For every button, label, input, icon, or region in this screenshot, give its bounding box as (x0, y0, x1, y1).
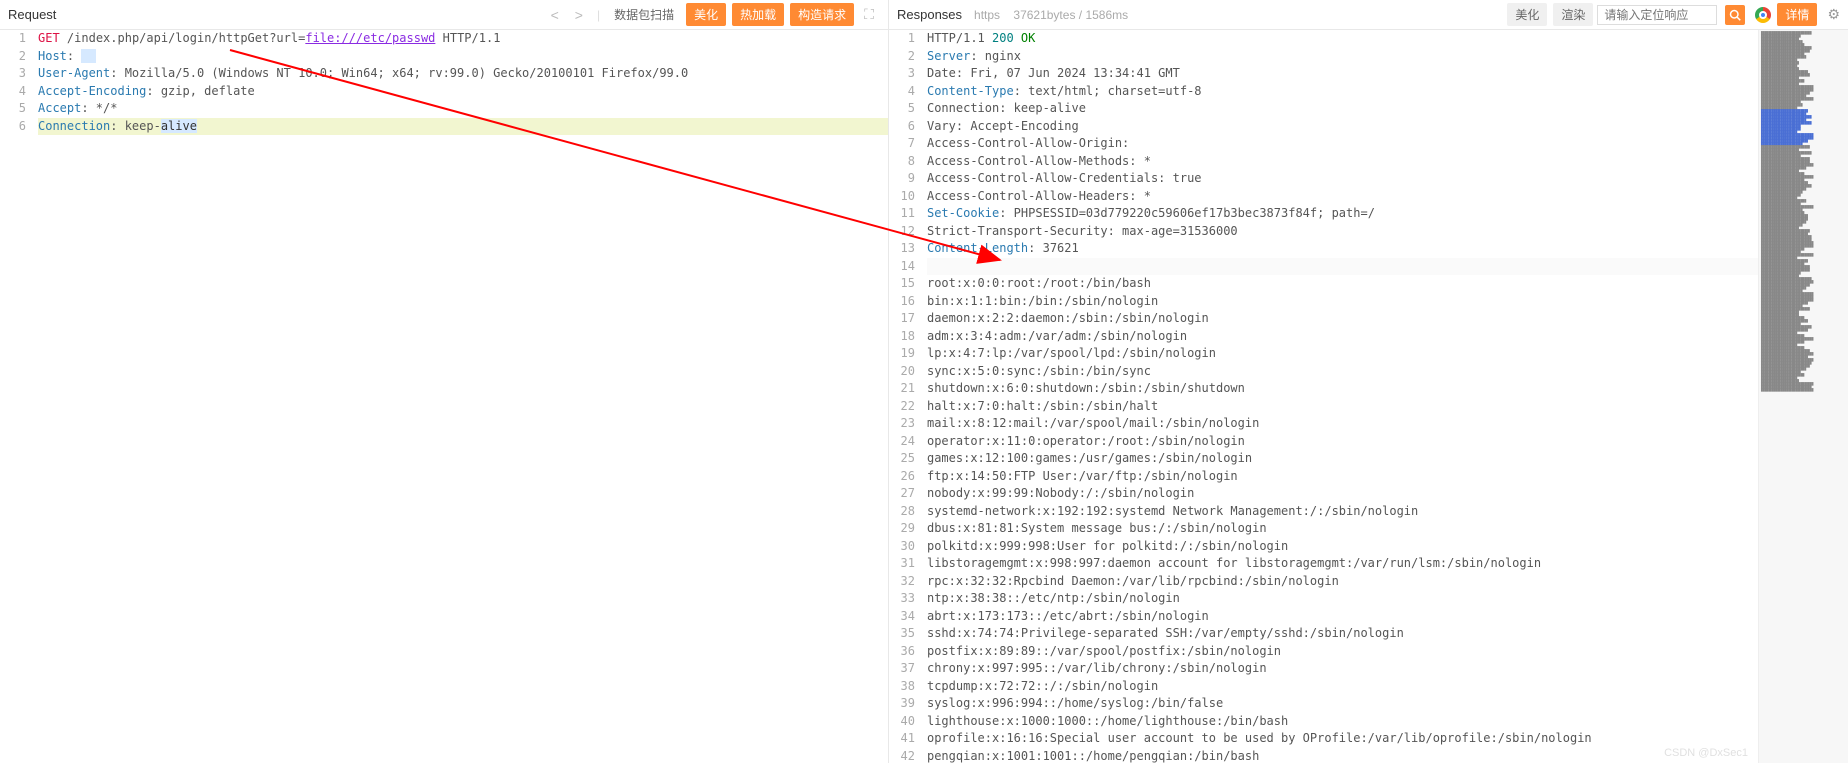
watermark: CSDN @DxSec1 (1664, 747, 1748, 759)
response-panel: Responses https 37621bytes / 1586ms 美化 渲… (889, 0, 1848, 763)
divider: | (597, 8, 600, 22)
response-title: Responses (897, 7, 962, 22)
request-panel: Request < > | 数据包扫描 美化 热加载 构造请求 ⛶ 123456… (0, 0, 889, 763)
detail-button[interactable]: 详情 (1777, 3, 1817, 26)
scan-button[interactable]: 数据包扫描 (608, 4, 680, 25)
next-icon[interactable]: > (569, 7, 589, 23)
response-header: Responses https 37621bytes / 1586ms 美化 渲… (889, 0, 1848, 30)
request-header: Request < > | 数据包扫描 美化 热加载 构造请求 ⛶ (0, 0, 888, 30)
request-gutter: 123456 (0, 30, 34, 763)
response-render-button[interactable]: 渲染 (1553, 3, 1593, 26)
prev-icon[interactable]: < (545, 7, 565, 23)
chrome-icon[interactable] (1755, 7, 1771, 23)
response-search-input[interactable] (1597, 5, 1717, 25)
build-request-button[interactable]: 构造请求 (790, 3, 854, 26)
request-title: Request (8, 7, 56, 22)
response-gutter: 1234567891011121314151617181920212223242… (889, 30, 923, 763)
response-code[interactable]: HTTP/1.1 200 OKServer: nginxDate: Fri, 0… (923, 30, 1758, 763)
response-beautify-button[interactable]: 美化 (1507, 3, 1547, 26)
hotload-button[interactable]: 热加载 (732, 3, 784, 26)
request-code[interactable]: GET /index.php/api/login/httpGet?url=fil… (34, 30, 888, 763)
gear-icon[interactable]: ⚙ (1827, 6, 1840, 23)
response-meta: https 37621bytes / 1586ms (974, 8, 1128, 22)
minimap[interactable]: ████████████████████████████████████████… (1758, 30, 1848, 763)
request-editor[interactable]: 123456 GET /index.php/api/login/httpGet?… (0, 30, 888, 763)
search-icon[interactable] (1725, 5, 1745, 25)
beautify-button[interactable]: 美化 (686, 3, 726, 26)
response-editor[interactable]: 1234567891011121314151617181920212223242… (889, 30, 1848, 763)
expand-icon[interactable]: ⛶ (858, 6, 880, 23)
